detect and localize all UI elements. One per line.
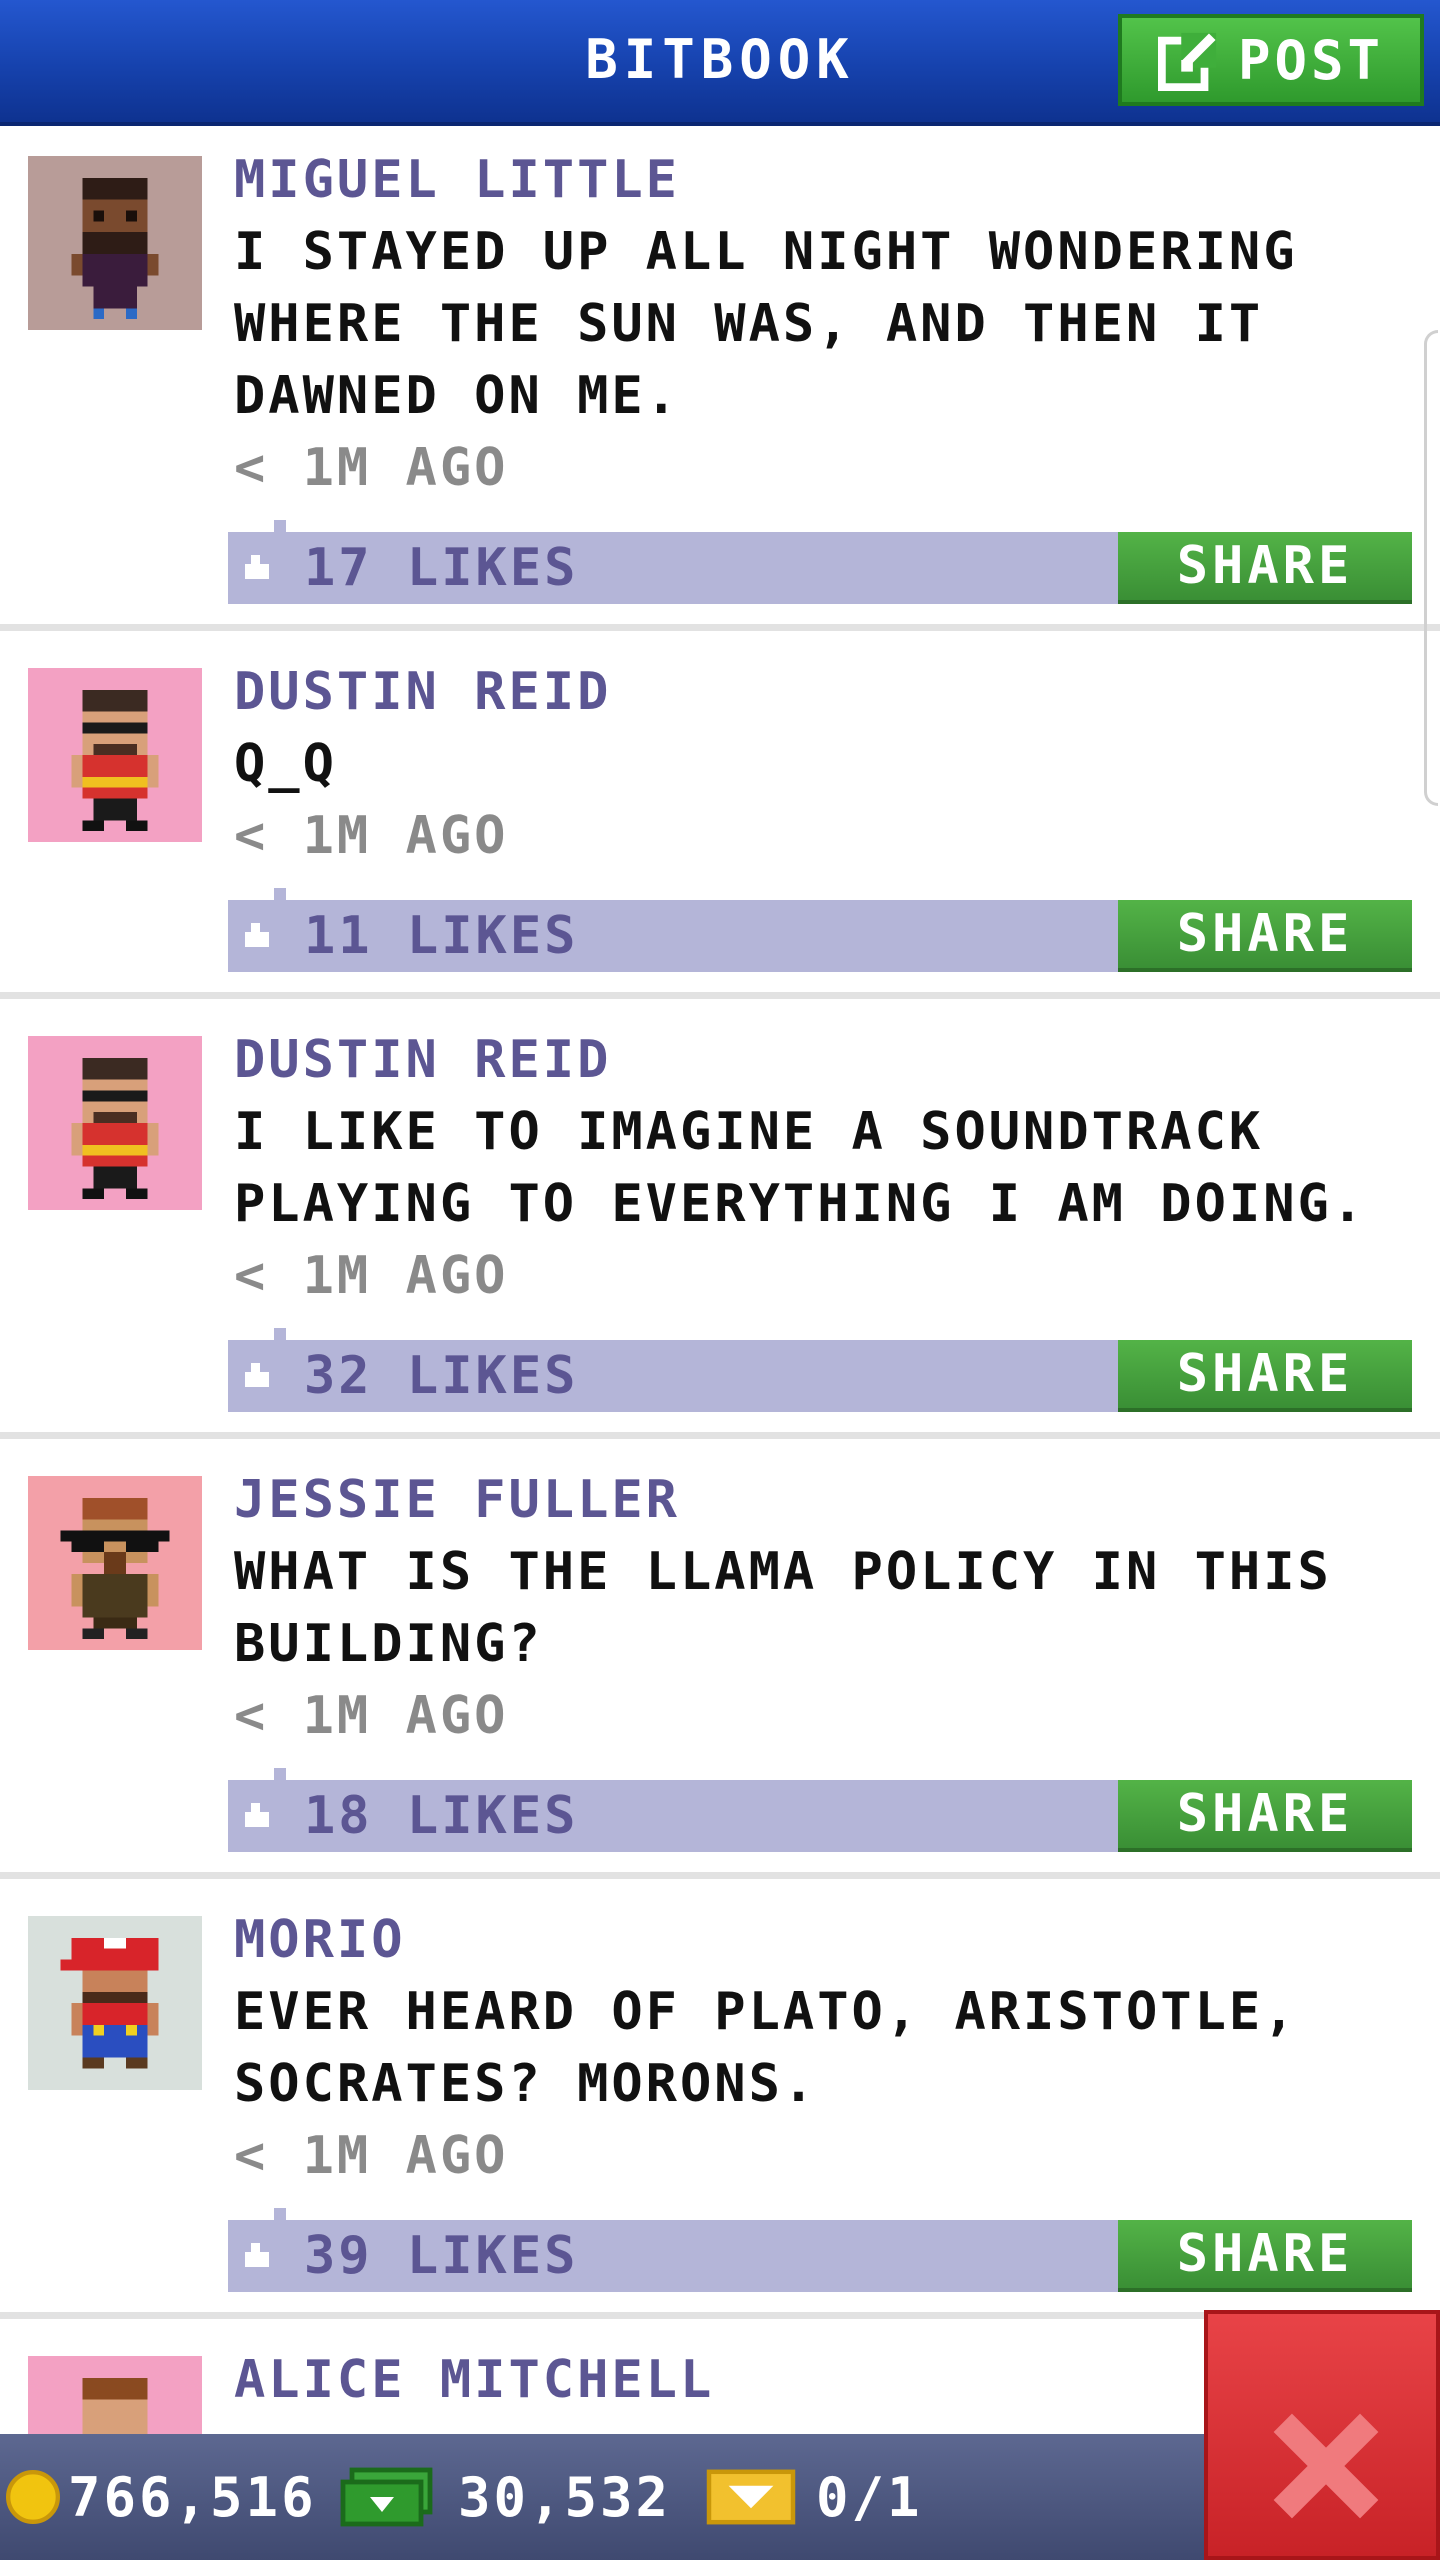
likes-bar: 32 LIKES SHARE — [228, 1328, 1412, 1412]
likes-count[interactable]: 17 LIKES — [304, 532, 578, 604]
post-time: < 1M AGO — [234, 1246, 509, 1306]
post-message: Q_Q — [234, 734, 337, 794]
post-time: < 1M AGO — [234, 1686, 509, 1746]
close-icon — [1273, 2413, 1379, 2519]
tickets-stat: 0/1 — [706, 2434, 923, 2560]
thumbs-up-icon — [245, 2243, 269, 2267]
avatar[interactable] — [28, 668, 202, 842]
share-button[interactable]: SHARE — [1118, 2220, 1412, 2292]
thumbs-up-icon — [245, 923, 269, 947]
post-time: < 1M AGO — [234, 806, 509, 866]
share-button[interactable]: SHARE — [1118, 1340, 1412, 1412]
thumbs-up-icon — [245, 1363, 269, 1387]
post-author: JESSIE FULLER — [234, 1470, 680, 1530]
avatar[interactable] — [28, 1036, 202, 1210]
likes-bar: 17 LIKES SHARE — [228, 520, 1412, 604]
coins-stat: 766,516 — [6, 2434, 317, 2560]
post-author: DUSTIN REID — [234, 662, 612, 722]
share-button[interactable]: SHARE — [1118, 900, 1412, 972]
post-message: EVER HEARD OF PLATO, ARISTOTLE, SOCRATES… — [234, 1982, 1298, 2114]
likes-bar: 39 LIKES SHARE — [228, 2208, 1412, 2292]
likes-count[interactable]: 11 LIKES — [304, 900, 578, 972]
post-message: WHAT IS THE LLAMA POLICY IN THIS BUILDIN… — [234, 1542, 1332, 1674]
divider — [0, 1872, 1440, 1879]
edit-icon — [1157, 29, 1220, 91]
post-author: MIGUEL LITTLE — [234, 150, 680, 210]
avatar[interactable] — [28, 1916, 202, 2090]
post-author: ALICE MITCHELL — [234, 2350, 715, 2410]
post-time: < 1M AGO — [234, 438, 509, 498]
bux-icon — [340, 2467, 433, 2527]
post-time: < 1M AGO — [234, 2126, 509, 2186]
bux-stat: 30,532 — [340, 2434, 671, 2560]
post-author: MORIO — [234, 1910, 406, 1970]
coins-value: 766,516 — [68, 2465, 317, 2529]
tickets-value: 0/1 — [816, 2465, 923, 2529]
bux-value: 30,532 — [458, 2465, 672, 2529]
avatar[interactable] — [28, 156, 202, 330]
close-button[interactable] — [1204, 2310, 1440, 2560]
thumbs-up-icon — [245, 1803, 269, 1827]
likes-bar: 11 LIKES SHARE — [228, 888, 1412, 972]
divider — [0, 1432, 1440, 1439]
divider — [0, 992, 1440, 999]
post-message: I LIKE TO IMAGINE A SOUNDTRACK PLAYING T… — [234, 1102, 1367, 1234]
share-button[interactable]: SHARE — [1118, 532, 1412, 604]
scrollbar[interactable] — [1424, 330, 1438, 806]
likes-count[interactable]: 32 LIKES — [304, 1340, 578, 1412]
divider — [0, 624, 1440, 631]
post-label: POST — [1237, 28, 1385, 92]
likes-count[interactable]: 18 LIKES — [304, 1780, 578, 1852]
app-header: BITBOOK POST — [0, 0, 1440, 126]
post-message: I STAYED UP ALL NIGHT WONDERING WHERE TH… — [234, 222, 1298, 426]
likes-count[interactable]: 39 LIKES — [304, 2220, 578, 2292]
thumbs-up-icon — [245, 555, 269, 579]
likes-bar: 18 LIKES SHARE — [228, 1768, 1412, 1852]
post-button[interactable]: POST — [1118, 14, 1424, 106]
ticket-icon — [706, 2469, 796, 2525]
coin-icon — [6, 2470, 60, 2524]
post-author: DUSTIN REID — [234, 1030, 612, 1090]
avatar[interactable] — [28, 1476, 202, 1650]
share-button[interactable]: SHARE — [1118, 1780, 1412, 1852]
